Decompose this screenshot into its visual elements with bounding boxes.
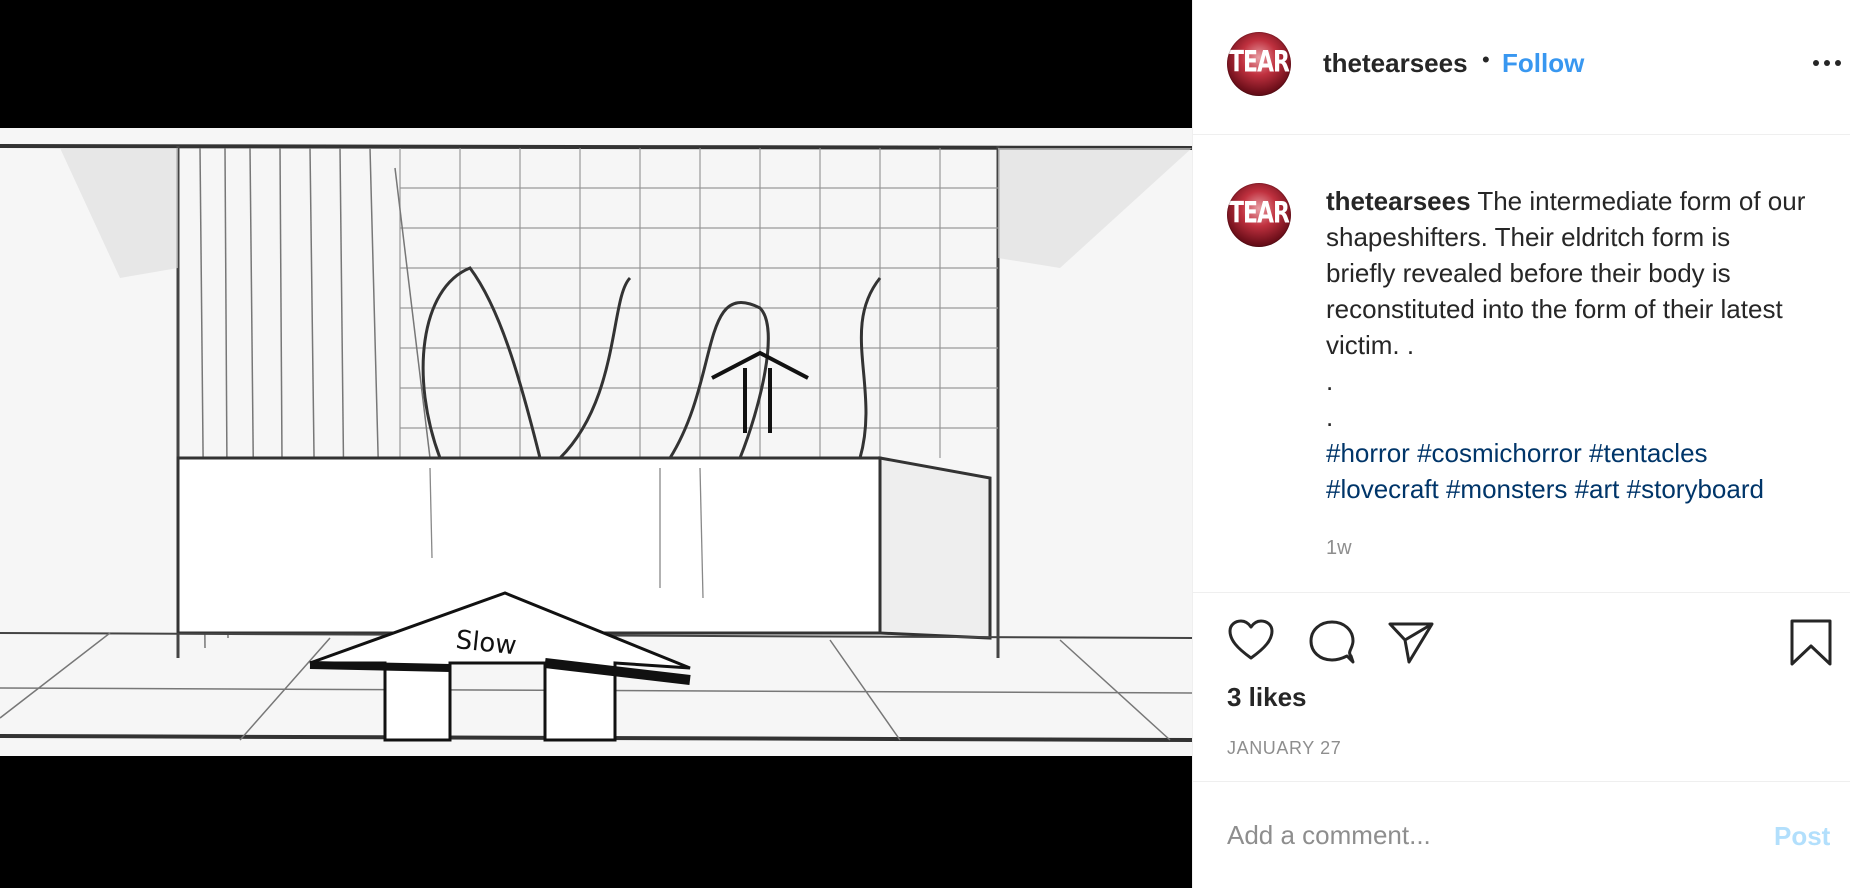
sketch-arrow-label: Slow [454,625,518,661]
caption-time-ago[interactable]: 1w [1326,537,1352,560]
caption-line: reconstituted into the form of their lat… [1326,294,1783,324]
caption-username[interactable]: thetearsees [1326,186,1471,216]
post-date[interactable]: JANUARY 27 [1227,738,1341,759]
caption-text: thetearsees The intermediate form of our… [1326,183,1836,507]
likes-count[interactable]: 3 likes [1227,682,1307,713]
caption-line: victim. . [1326,330,1415,360]
follow-button[interactable]: Follow [1502,48,1584,79]
add-comment-bar: Post [1193,783,1850,888]
hashtag-link[interactable]: #tentacles [1589,438,1708,468]
caption-line: shapeshifters. Their eldritch form is [1326,222,1731,252]
storyboard-sketch: Slow [0,128,1192,756]
share-icon[interactable] [1387,620,1435,664]
caption-line: briefly revealed before their body is [1326,258,1731,288]
caption-dot-line: . [1326,366,1334,396]
post-actions: 3 likes JANUARY 27 [1193,594,1850,782]
header-username[interactable]: thetearsees [1323,48,1468,79]
storyboard-image: Slow [0,128,1192,756]
comment-icon[interactable] [1307,618,1357,666]
comment-input[interactable] [1227,815,1747,855]
hashtag-link[interactable]: #storyboard [1627,474,1764,504]
caption-dot-line: . [1326,402,1334,432]
caption-section: TEAR thetearsees The intermediate form o… [1193,135,1850,593]
hashtag-link[interactable]: #art [1575,474,1620,504]
caption-line: The intermediate form of our [1477,186,1806,216]
hashtag-link[interactable]: #monsters [1446,474,1567,504]
more-horizontal-icon[interactable] [1813,60,1843,68]
profile-avatar[interactable]: TEAR [1227,32,1291,96]
hashtags-line: #horror #cosmichorror #tentacles [1326,435,1836,471]
hashtags-line: #lovecraft #monsters #art #storyboard [1326,471,1836,507]
post-media[interactable]: Slow [0,0,1192,888]
post-header: TEAR thetearsees • Follow [1193,0,1850,135]
post-panel: TEAR thetearsees • Follow TEAR thetearse… [1192,0,1850,888]
hashtag-link[interactable]: #horror [1326,438,1410,468]
caption-avatar[interactable]: TEAR [1227,183,1291,247]
hashtag-link[interactable]: #cosmichorror [1417,438,1582,468]
hashtag-link[interactable]: #lovecraft [1326,474,1439,504]
bookmark-icon[interactable] [1789,618,1833,668]
header-separator: • [1482,47,1490,72]
post-comment-button[interactable]: Post [1774,821,1830,852]
heart-icon[interactable] [1227,618,1275,662]
